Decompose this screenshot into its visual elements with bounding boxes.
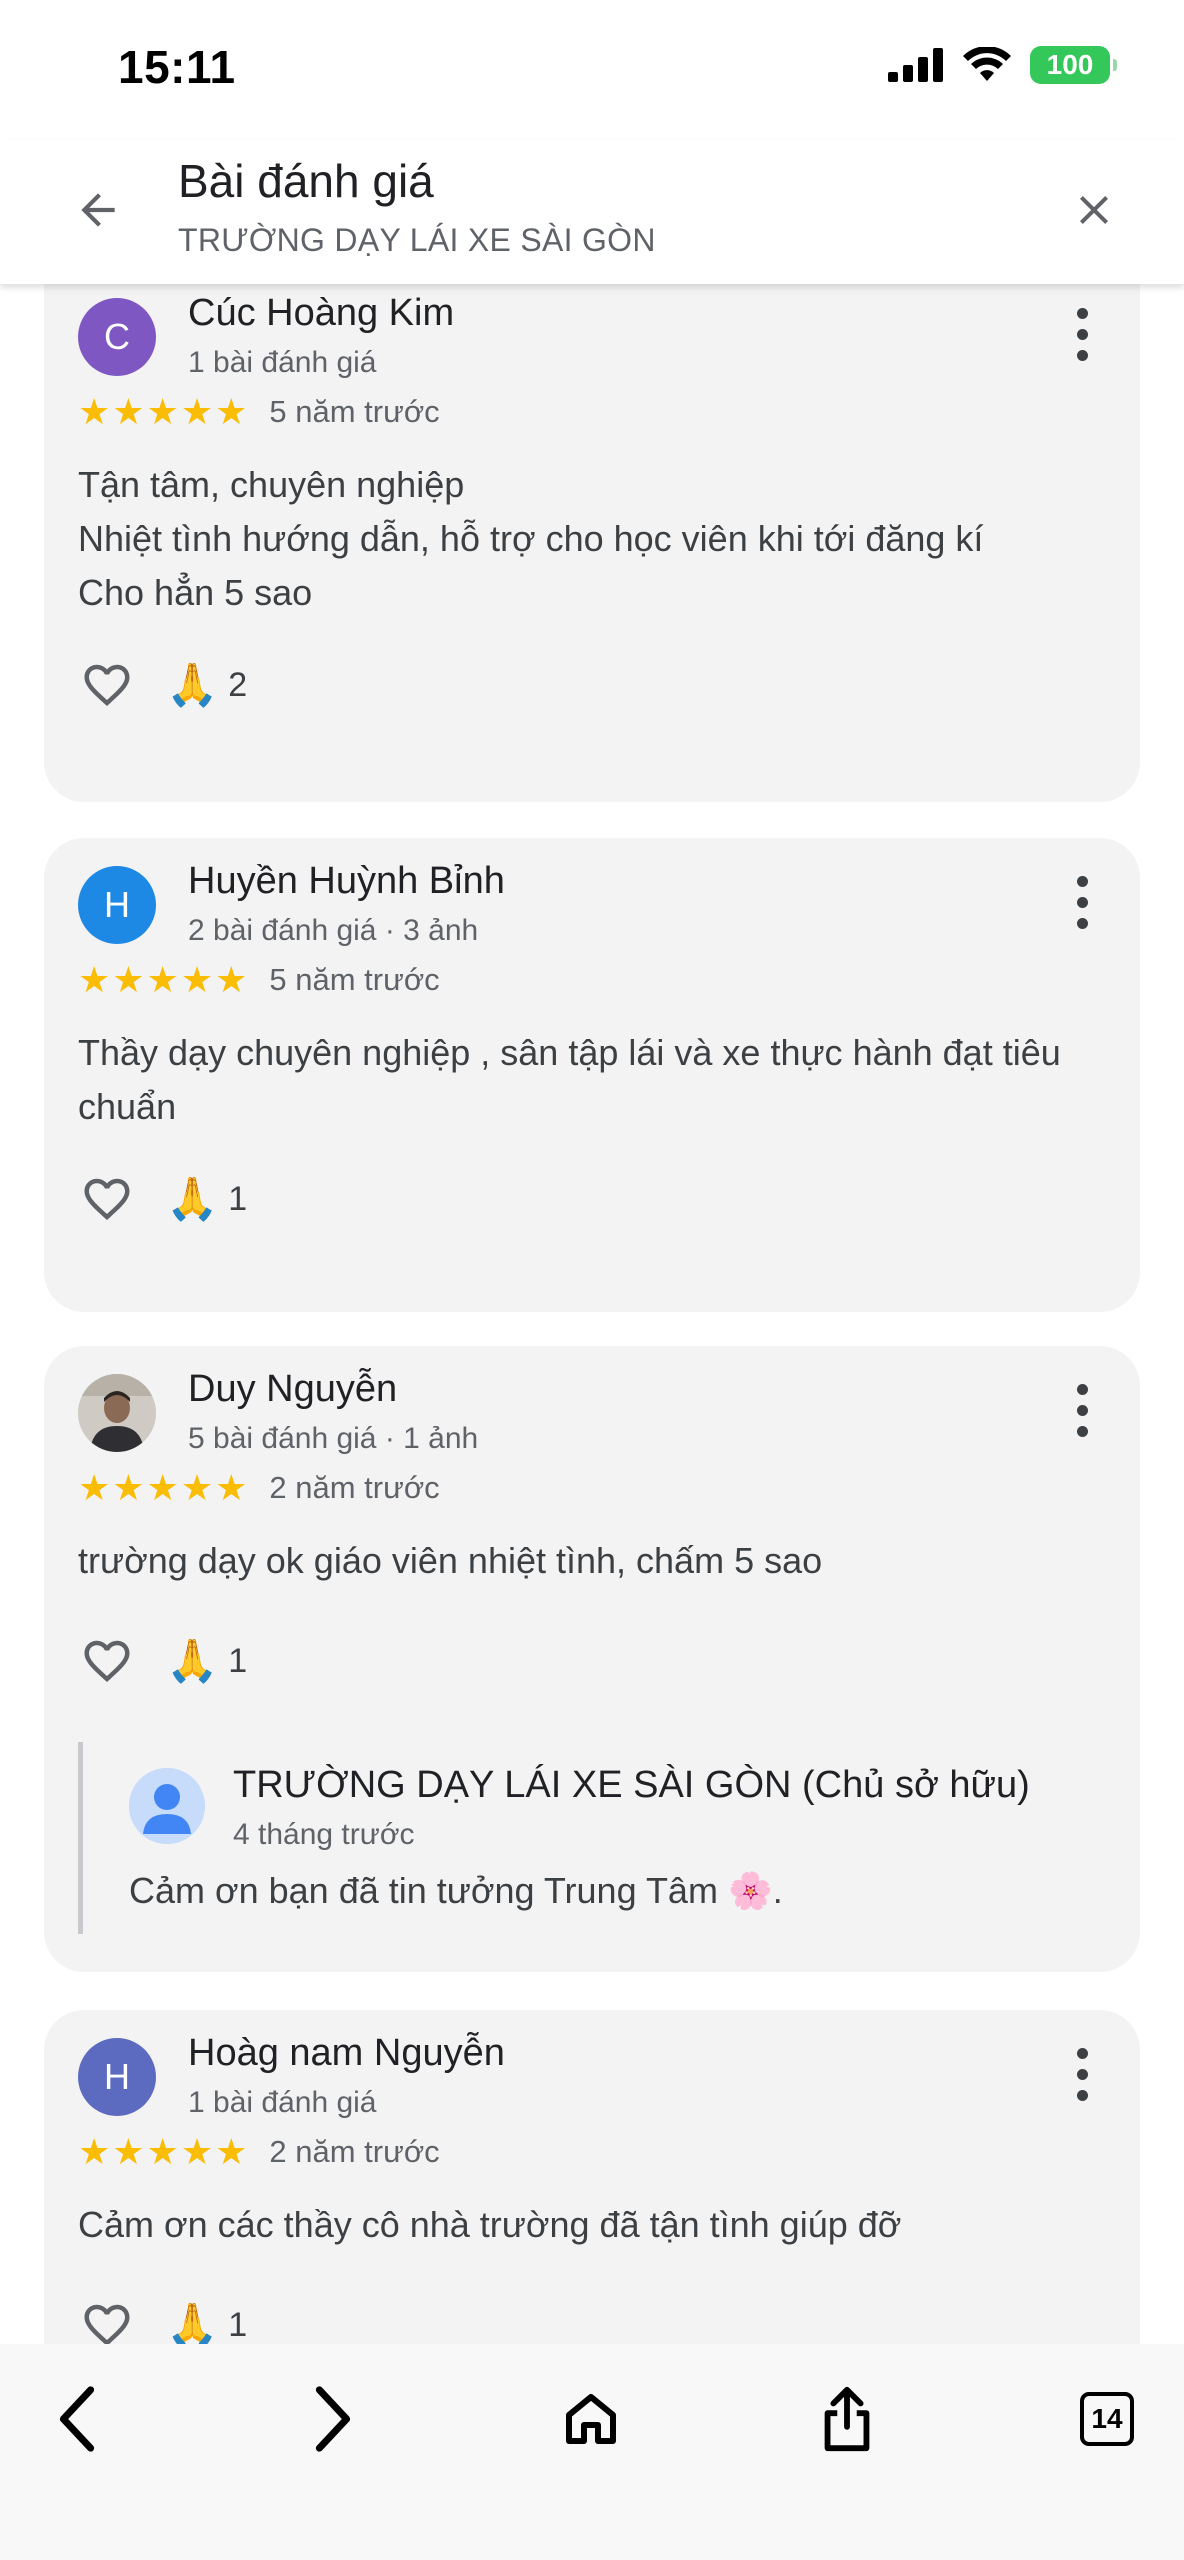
reviewer-meta: 2 bài đánh giá · 3 ảnh [188, 914, 479, 947]
home-button[interactable] [546, 2374, 636, 2464]
reply-time: 4 tháng trước [233, 1818, 415, 1851]
close-icon [1080, 196, 1108, 224]
rating-row: ★★★★★ 5 năm trước [78, 394, 440, 430]
wifi-icon [963, 47, 1011, 81]
avatar[interactable]: H [78, 2038, 156, 2116]
reaction-count: 2 [228, 665, 248, 704]
status-bar: 15:11 100 [0, 0, 1184, 140]
more-options-button[interactable] [1072, 876, 1092, 936]
like-button[interactable] [78, 1632, 136, 1690]
chevron-left-icon [59, 2386, 95, 2452]
rating-row: ★★★★★ 2 năm trước [78, 1470, 440, 1506]
reviewer-meta: 1 bài đánh giá [188, 346, 377, 379]
reviews-header: Bài đánh giá TRƯỜNG DẠY LÁI XE SÀI GÒN [0, 140, 1184, 284]
reaction-emoji[interactable]: 🙏 [166, 2304, 218, 2345]
review-actions: 🙏 1 [78, 1170, 247, 1228]
review-card: Duy Nguyễn 5 bài đánh giá · 1 ảnh ★★★★★ … [44, 1346, 1140, 1972]
reaction-count: 1 [228, 2305, 248, 2344]
review-card: H Hoàg nam Nguyễn 1 bài đánh giá ★★★★★ 2… [44, 2010, 1140, 2344]
avatar-initial: C [104, 316, 130, 357]
tabs-count: 14 [1091, 2403, 1123, 2434]
review-card: H Huyền Huỳnh Bỉnh 2 bài đánh giá · 3 ản… [44, 838, 1140, 1312]
review-time: 5 năm trước [269, 394, 440, 429]
owner-avatar [129, 1768, 205, 1844]
battery-indicator: 100 [1030, 46, 1117, 84]
back-button[interactable] [66, 178, 130, 242]
reaction-emoji[interactable]: 🙏 [166, 1178, 218, 1220]
browser-back-button[interactable] [32, 2374, 122, 2464]
browser-toolbar: 14 [0, 2344, 1184, 2560]
avatar[interactable]: H [78, 866, 156, 944]
more-options-button[interactable] [1072, 2048, 1092, 2108]
heart-icon [84, 1640, 130, 1683]
chevron-right-icon [315, 2386, 351, 2452]
reaction-count: 1 [228, 1641, 248, 1680]
reaction-emoji[interactable]: 🙏 [166, 1640, 218, 1682]
review-text: Thầy dạy chuyên nghiệp , sân tập lái và … [78, 1032, 1061, 1127]
tabs-button[interactable]: 14 [1062, 2374, 1152, 2464]
page-title: Bài đánh giá [178, 155, 434, 207]
tabs-count-icon: 14 [1080, 2392, 1134, 2446]
more-vert-icon [1076, 876, 1088, 887]
heart-icon [84, 2304, 130, 2344]
heart-icon [84, 1178, 130, 1221]
default-user-icon [129, 1768, 205, 1844]
reply-text: Cảm ơn bạn đã tin tưởng Trung Tâm 🌸. [129, 1870, 783, 1911]
reviewer-name[interactable]: Duy Nguyễn [188, 1368, 397, 1411]
like-button[interactable] [78, 1170, 136, 1228]
star-rating: ★★★★★ [78, 959, 250, 1000]
star-rating: ★★★★★ [78, 2131, 250, 2172]
status-icons: 100 [888, 46, 1117, 84]
more-options-button[interactable] [1072, 1384, 1092, 1444]
status-time: 15:11 [118, 41, 236, 93]
owner-reply: TRƯỜNG DẠY LÁI XE SÀI GÒN (Chủ sở hữu) 4… [78, 1742, 1100, 1934]
home-icon [566, 2394, 616, 2444]
star-rating: ★★★★★ [78, 391, 250, 432]
owner-name: TRƯỜNG DẠY LÁI XE SÀI GÒN (Chủ sở hữu) [233, 1764, 1030, 1806]
reaction-count: 1 [228, 1179, 248, 1218]
review-time: 2 năm trước [269, 1470, 440, 1505]
cellular-signal-icon [888, 48, 943, 82]
star-rating: ★★★★★ [78, 1467, 250, 1508]
review-text: Tận tâm, chuyên nghiệp Nhiệt tình hướng … [78, 464, 984, 613]
close-button[interactable] [1062, 178, 1126, 242]
more-vert-icon [1076, 308, 1088, 319]
reviews-list[interactable]: C Cúc Hoàng Kim 1 bài đánh giá ★★★★★ 5 n… [0, 284, 1184, 2344]
more-vert-icon [1076, 1384, 1088, 1395]
rating-row: ★★★★★ 5 năm trước [78, 962, 440, 998]
review-text: Cảm ơn các thầy cô nhà trường đã tận tìn… [78, 2204, 902, 2245]
arrow-back-icon [81, 193, 115, 227]
reviewer-name[interactable]: Huyền Huỳnh Bỉnh [188, 860, 505, 903]
browser-forward-button[interactable] [288, 2374, 378, 2464]
review-actions: 🙏 2 [78, 656, 247, 714]
avatar-initial: H [104, 2056, 130, 2097]
user-photo-icon [78, 1374, 156, 1452]
share-icon [824, 2386, 870, 2452]
share-button[interactable] [802, 2374, 892, 2464]
review-time: 5 năm trước [269, 962, 440, 997]
avatar-initial: H [104, 884, 130, 925]
review-actions: 🙏 1 [78, 2296, 247, 2344]
rating-row: ★★★★★ 2 năm trước [78, 2134, 440, 2170]
reviewer-meta: 1 bài đánh giá [188, 2086, 377, 2119]
reviewer-name[interactable]: Hoàg nam Nguyễn [188, 2032, 505, 2075]
page-subtitle: TRƯỜNG DẠY LÁI XE SÀI GÒN [178, 222, 656, 258]
reaction-emoji[interactable]: 🙏 [166, 664, 218, 706]
like-button[interactable] [78, 656, 136, 714]
review-text: trường dạy ok giáo viên nhiệt tình, chấm… [78, 1540, 823, 1581]
more-options-button[interactable] [1072, 308, 1092, 368]
avatar[interactable]: C [78, 298, 156, 376]
review-actions: 🙏 1 [78, 1632, 247, 1690]
avatar[interactable] [78, 1374, 156, 1452]
like-button[interactable] [78, 2296, 136, 2344]
review-card: C Cúc Hoàng Kim 1 bài đánh giá ★★★★★ 5 n… [44, 284, 1140, 802]
reviewer-meta: 5 bài đánh giá · 1 ảnh [188, 1422, 479, 1455]
reviewer-name[interactable]: Cúc Hoàng Kim [188, 292, 454, 335]
heart-icon [84, 664, 130, 707]
review-time: 2 năm trước [269, 2134, 440, 2169]
more-vert-icon [1076, 2048, 1088, 2059]
